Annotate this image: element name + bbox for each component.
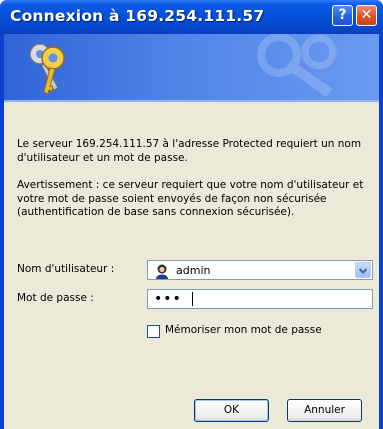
help-button[interactable]: ?: [332, 5, 353, 26]
dialog-body: Le serveur 169.254.111.57 à l'adresse Pr…: [4, 34, 379, 429]
title-bar[interactable]: Connexion à 169.254.111.57 ? ✕: [0, 0, 383, 34]
banner-divider: [4, 100, 379, 102]
user-avatar-icon: [156, 264, 168, 279]
ok-button[interactable]: OK: [194, 399, 269, 422]
banner: [4, 34, 379, 100]
login-dialog: Connexion à 169.254.111.57 ? ✕ Le serveu…: [0, 0, 383, 429]
username-dropdown-button[interactable]: [355, 262, 371, 278]
close-button[interactable]: ✕: [356, 5, 377, 26]
keys-icon: [29, 43, 65, 95]
window-title: Connexion à 169.254.111.57: [10, 7, 265, 25]
security-warning: Avertissement : ce serveur requiert que …: [17, 179, 364, 218]
server-message: Le serveur 169.254.111.57 à l'adresse Pr…: [17, 138, 362, 164]
cancel-button[interactable]: Annuler: [287, 399, 362, 422]
text-caret: [192, 292, 193, 306]
remember-checkbox[interactable]: [147, 325, 160, 338]
watermark-keys-icon: [257, 34, 337, 97]
password-label: Mot de passe :: [17, 292, 94, 304]
password-value: •••: [154, 291, 182, 307]
username-field[interactable]: admin: [147, 260, 373, 280]
password-field[interactable]: •••: [147, 289, 373, 309]
remember-label[interactable]: Mémoriser mon mot de passe: [165, 324, 322, 336]
chevron-down-icon: [358, 268, 368, 274]
username-value: admin: [176, 264, 211, 277]
username-label: Nom d'utilisateur :: [17, 263, 115, 275]
